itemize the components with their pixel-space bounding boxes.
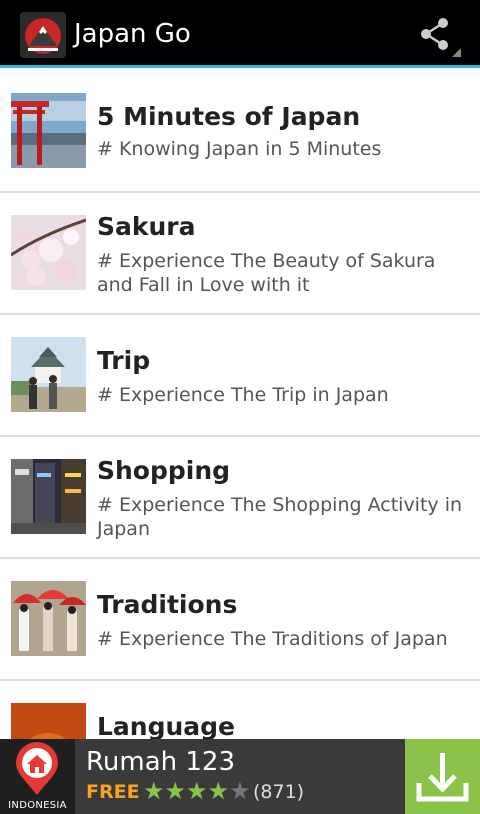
ad-banner[interactable]: INDONESIA Rumah 123 FREE ★★★★★ (871) [0, 739, 480, 814]
action-bar: Japan Go [0, 0, 480, 68]
list-item[interactable]: 5 Minutes of Japan # Knowing Japan in 5 … [0, 71, 480, 193]
share-icon [421, 18, 461, 57]
app-logo-icon[interactable] [20, 12, 66, 58]
list-item[interactable]: Language [0, 681, 480, 739]
star-empty-icon: ★ [229, 778, 251, 805]
torii-gate-thumbnail [11, 93, 86, 168]
list-item-title: Sakura [97, 212, 196, 241]
ad-price: FREE [86, 781, 140, 803]
share-button[interactable] [410, 10, 466, 60]
action-bar-divider [0, 65, 480, 68]
ad-title: Rumah 123 [86, 747, 236, 777]
ad-rating-stars: ★★★★★ [143, 780, 251, 804]
list-item-title: Shopping [97, 456, 231, 485]
list-item[interactable]: Trip # Experience The Trip in Japan [0, 315, 480, 437]
app-title: Japan Go [74, 19, 191, 49]
umbrellas-thumbnail [11, 581, 86, 656]
star-filled-icon: ★ [143, 778, 165, 805]
list-item-title: Traditions [97, 590, 238, 619]
list-item-subtitle: # Experience The Traditions of Japan [97, 628, 448, 650]
list-item-subtitle: # Experience The Beauty of Sakura and Fa… [97, 250, 436, 296]
list-item-subtitle: # Experience The Shopping Activity in Ja… [97, 494, 463, 540]
shopping-street-thumbnail [11, 459, 86, 534]
list-item-subtitle: # Experience The Trip in Japan [97, 384, 389, 406]
ad-rating-count: (871) [253, 781, 305, 803]
house-pin-icon [16, 742, 58, 795]
star-filled-icon: ★ [164, 778, 187, 805]
sunset-thumbnail [11, 703, 86, 739]
ad-logo-label: INDONESIA [8, 800, 67, 811]
list-item-title: Language [97, 712, 236, 739]
list-item-title: Trip [97, 346, 151, 375]
castle-thumbnail [11, 337, 86, 412]
cherry-blossom-thumbnail [11, 215, 86, 290]
topic-list: 5 Minutes of Japan # Knowing Japan in 5 … [0, 71, 480, 739]
list-item[interactable]: Shopping # Experience The Shopping Activ… [0, 437, 480, 559]
ad-app-logo[interactable]: INDONESIA [0, 739, 75, 814]
star-filled-icon: ★ [207, 778, 230, 805]
list-item[interactable]: Sakura # Experience The Beauty of Sakura… [0, 193, 480, 315]
ad-download-button[interactable] [405, 739, 480, 814]
list-item[interactable]: Traditions # Experience The Traditions o… [0, 559, 480, 681]
star-filled-icon: ★ [186, 778, 208, 805]
list-item-subtitle: # Knowing Japan in 5 Minutes [97, 138, 382, 160]
download-icon [416, 753, 469, 802]
list-item-title: 5 Minutes of Japan [97, 102, 361, 131]
